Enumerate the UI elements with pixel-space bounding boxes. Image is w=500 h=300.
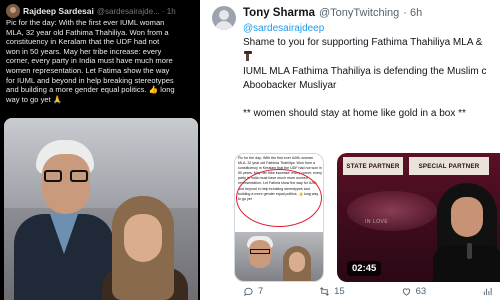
mini-woman-face xyxy=(289,252,305,272)
left-tweet-line-final: way to go yet xyxy=(6,94,51,104)
right-author-name[interactable]: Tony Sharma xyxy=(243,7,315,19)
mini-man-face xyxy=(249,240,271,268)
left-tweet-line-start: and building a more gender equal politic… xyxy=(6,85,147,95)
screenshot-photo xyxy=(235,232,323,281)
left-tweet-photo[interactable] xyxy=(4,118,198,300)
video-media[interactable]: State Partner Special Partner IN LOVE 02… xyxy=(337,153,500,282)
like-button[interactable]: 63 xyxy=(401,286,427,297)
left-tweet-line: way to go yet 🙏 xyxy=(6,95,196,105)
left-tweet-header: Rajdeep Sardesai @sardesairajde... · 1h xyxy=(6,4,176,18)
right-tweet-panel: Tony Sharma @TonyTwitching · 6h @sardesa… xyxy=(200,0,500,300)
repost-icon xyxy=(320,287,330,296)
photo-woman-face xyxy=(124,214,162,262)
thumbs-up-emoji: 👍 xyxy=(148,85,159,95)
like-count: 63 xyxy=(415,286,427,297)
special-partner-banner: Special Partner xyxy=(409,157,489,175)
right-author-avatar[interactable] xyxy=(212,6,236,30)
right-tweet-line: IUML MLA Fathima Thahiliya is defending … xyxy=(243,66,487,77)
left-tweet-line: and building a more gender equal politic… xyxy=(6,85,196,95)
left-tweet-line: women representation. Let Fatima show th… xyxy=(6,65,170,75)
left-tweet-text: Pic for the day: With the first ever IUM… xyxy=(6,18,196,104)
video-duration-badge: 02:45 xyxy=(347,261,382,276)
photo-man-face xyxy=(42,154,90,214)
photo-man-glasses xyxy=(44,170,88,182)
views-button[interactable] xyxy=(482,286,493,297)
right-tweet-header: Tony Sharma @TonyTwitching · 6h xyxy=(243,7,422,19)
right-tweet-text: @sardesairajdeep Shame to you for suppor… xyxy=(243,22,498,121)
dagger-icon xyxy=(243,50,253,61)
left-tweet-line: constituency in Keralam that the UDF had… xyxy=(6,37,160,47)
right-tweet-line: Aboobacker Musliyar xyxy=(243,80,337,91)
left-tweet-line: for IUML and beyond in help breaking ste… xyxy=(6,75,174,85)
left-author-handle[interactable]: @sardesairajde... · 1h xyxy=(97,7,176,16)
folded-hands-emoji: 🙏 xyxy=(52,94,63,104)
reply-icon xyxy=(244,287,253,297)
left-author-avatar[interactable] xyxy=(6,4,20,18)
right-tweet-line: ** women should stay at home like gold i… xyxy=(243,108,466,119)
mini-man-glasses xyxy=(250,249,270,254)
reply-count: 7 xyxy=(258,286,264,297)
left-tweet-line: won in 50 years. May her tribe increase:… xyxy=(6,46,162,56)
repost-button[interactable]: 15 xyxy=(319,286,345,297)
stage-text: IN LOVE xyxy=(365,219,389,225)
tweet-action-bar: 7 15 63 xyxy=(243,286,493,297)
left-tweet-line: Pic for the day: With the first ever IUM… xyxy=(6,18,165,27)
right-tweet-line: Shame to you for supporting Fathima Thah… xyxy=(243,37,483,48)
reply-button[interactable]: 7 xyxy=(243,286,263,297)
microphone xyxy=(467,243,472,259)
mention-link[interactable]: @sardesairajdeep xyxy=(243,22,498,36)
left-author-name[interactable]: Rajdeep Sardesai xyxy=(23,6,94,16)
like-icon xyxy=(402,288,410,296)
left-tweet-line-end: long xyxy=(160,85,175,95)
photo-background xyxy=(4,118,198,208)
left-tweet-line: MLA, 32 year old Fathima Thahiliya. Won … xyxy=(6,27,169,37)
right-tweet-time[interactable]: · 6h xyxy=(403,7,422,19)
left-tweet-panel: Rajdeep Sardesai @sardesairajde... · 1h … xyxy=(0,0,200,300)
red-highlight-circle xyxy=(236,169,322,227)
speaker-face xyxy=(451,197,483,237)
state-partner-banner: State Partner xyxy=(343,157,403,175)
dagger-row xyxy=(243,50,498,65)
right-author-handle[interactable]: @TonyTwitching xyxy=(319,7,399,19)
left-tweet-line: corner, every party in India must have m… xyxy=(6,56,173,66)
stage-glow xyxy=(347,191,437,231)
tweet-screenshot-media[interactable]: Pic for the day: With the first ever IUM… xyxy=(234,153,324,282)
repost-count: 15 xyxy=(334,286,345,297)
views-icon xyxy=(483,287,492,296)
